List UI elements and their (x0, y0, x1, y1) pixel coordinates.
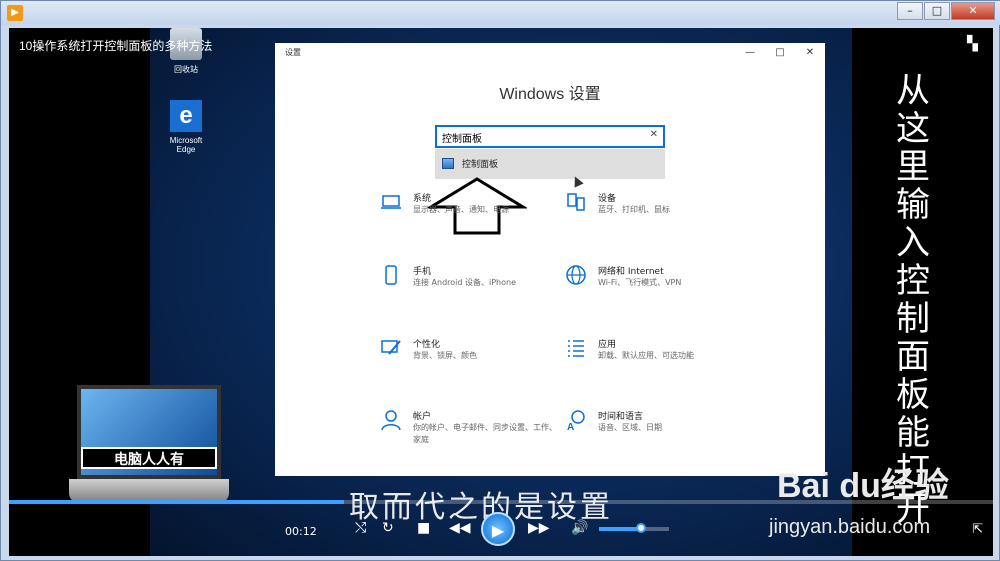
category-title: 网络和 Internet (598, 267, 664, 277)
category-personalization[interactable]: 个性化 背景、锁屏、颜色 (380, 337, 560, 377)
category-phone[interactable]: 手机 连接 Android 设备、iPhone (380, 264, 560, 304)
title-bar: ▶ – □ ✕ (1, 1, 1000, 25)
apps-icon (568, 340, 584, 357)
laptop-icon (381, 195, 401, 209)
playlist-icon[interactable]: ▚ (967, 37, 983, 51)
player-app-icon: ▶ (7, 5, 23, 21)
settings-minimize-button[interactable]: — (735, 43, 765, 63)
category-desc: 语音、区域、日期 (598, 423, 662, 432)
video-title: 10操作系统打开控制面板的多种方法 (19, 39, 213, 53)
volume-knob[interactable] (636, 523, 646, 533)
category-network[interactable]: 网络和 Internet Wi-Fi、飞行模式、VPN (565, 264, 745, 304)
category-title: 应用 (598, 340, 617, 350)
desktop-icon-edge: e Microsoft Edge (160, 100, 212, 154)
minimize-button[interactable]: – (897, 2, 923, 20)
player-controls: 00:12 ⤭ ↻ ■ ◀◀ ▶ ▶▶ 🔊 ⇱ (9, 508, 993, 556)
category-desc: 卸载、默认应用、可选功能 (598, 351, 694, 360)
phone-icon (385, 265, 397, 285)
fast-forward-icon[interactable]: ▶▶ (528, 520, 550, 536)
video-player-window: ▶ – □ ✕ 回收站 e Microsoft Edge 设置 — □ ✕ Wi… (0, 0, 1000, 561)
volume-icon[interactable]: 🔊 (571, 520, 588, 536)
control-panel-icon (442, 158, 454, 169)
settings-caption: 设置 (285, 48, 301, 57)
svg-text:A: A (567, 422, 574, 431)
resize-icon[interactable]: ⇱ (972, 522, 983, 537)
settings-close-button[interactable]: ✕ (795, 43, 825, 63)
category-title: 系统 (413, 194, 432, 204)
category-title: 帐户 (413, 412, 432, 422)
play-button[interactable]: ▶ (481, 512, 515, 546)
progress-bar[interactable] (9, 500, 993, 504)
maximize-button[interactable]: □ (924, 2, 950, 20)
category-desc: Wi-Fi、飞行模式、VPN (598, 278, 682, 287)
clear-icon[interactable]: ✕ (650, 129, 658, 140)
category-desc: 蓝牙、打印机、鼠标 (598, 205, 670, 214)
globe-icon (566, 265, 586, 285)
category-desc: 连接 Android 设备、iPhone (413, 278, 517, 287)
personalization-icon (381, 340, 401, 355)
devices-icon (567, 193, 585, 211)
account-icon (381, 410, 401, 431)
repeat-icon[interactable]: ↻ (382, 520, 394, 536)
search-value: 控制面板 (442, 134, 482, 145)
progress-fill (9, 500, 344, 504)
window-controls: – □ ✕ (897, 2, 995, 20)
category-desc: 显示器、声音、通知、电源 (413, 205, 509, 214)
category-system[interactable]: 系统 显示器、声音、通知、电源 (380, 191, 560, 231)
shuffle-icon[interactable]: ⤭ (355, 520, 366, 536)
settings-window-controls: — □ ✕ (735, 43, 825, 63)
desktop-icon-label: Microsoft Edge (169, 136, 203, 154)
category-title: 手机 (413, 267, 432, 277)
laptop-logo: 电脑人人有 (69, 385, 239, 525)
category-time-language[interactable]: A 时间和语言 语音、区域、日期 (565, 409, 745, 449)
suggestion-label: 控制面板 (462, 160, 499, 170)
edge-icon: e (170, 100, 202, 132)
category-desc: 背景、锁屏、颜色 (413, 351, 477, 360)
category-title: 时间和语言 (598, 412, 644, 422)
volume-slider[interactable] (599, 523, 669, 533)
desktop-screenshot: 回收站 e Microsoft Edge 设置 — □ ✕ Windows 设置… (150, 28, 852, 556)
stop-icon[interactable]: ■ (417, 520, 430, 536)
video-area[interactable]: 回收站 e Microsoft Edge 设置 — □ ✕ Windows 设置… (9, 28, 993, 556)
category-title: 设备 (598, 194, 617, 204)
search-suggestion[interactable]: 控制面板 (435, 149, 665, 179)
settings-heading: Windows 设置 (499, 86, 601, 103)
rewind-icon[interactable]: ◀◀ (449, 520, 471, 536)
settings-window: 设置 — □ ✕ Windows 设置 控制面板 ✕ 控制面板 系统 显示器、声… (275, 43, 825, 476)
time-language-icon: A (567, 410, 585, 431)
close-button[interactable]: ✕ (951, 2, 995, 20)
volume-fill (599, 527, 641, 531)
current-time: 00:12 (285, 525, 317, 538)
category-accounts[interactable]: 帐户 你的帐户、电子邮件、同步设置、工作、家庭 (380, 409, 560, 449)
desktop-icon-label: 回收站 (174, 65, 198, 74)
category-title: 个性化 (413, 340, 441, 350)
settings-maximize-button[interactable]: □ (765, 43, 795, 63)
category-apps[interactable]: 应用 卸载、默认应用、可选功能 (565, 337, 745, 377)
category-desc: 你的帐户、电子邮件、同步设置、工作、家庭 (413, 423, 557, 444)
category-devices[interactable]: 设备 蓝牙、打印机、鼠标 (565, 191, 745, 231)
settings-search-input[interactable]: 控制面板 ✕ (435, 125, 665, 148)
laptop-logo-label: 电脑人人有 (81, 447, 217, 469)
